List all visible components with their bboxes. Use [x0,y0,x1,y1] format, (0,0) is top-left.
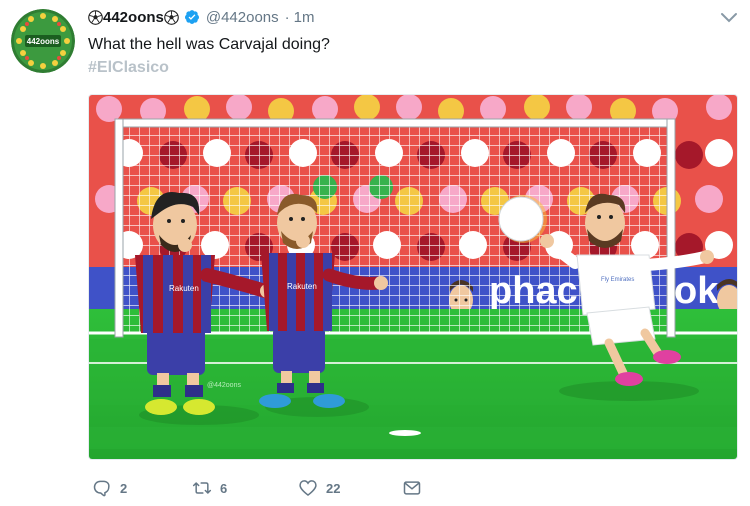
tweet-header: 442oons @442oons · 1m [88,7,314,27]
display-name-link[interactable]: 442oons [88,9,179,26]
handle[interactable]: @442oons [206,9,279,26]
tweet-text: What the hell was Carvajal doing? [88,36,330,53]
reply-button[interactable]: 2 [92,478,192,498]
shirt-sponsor: Rakuten [169,284,199,293]
like-count: 22 [326,480,341,496]
hashtag-link[interactable]: #ElClasico [88,59,169,77]
soccer-ball-icon [88,9,103,25]
tweet-media[interactable]: phac ok [88,94,738,460]
shirt-sponsor: Rakuten [287,282,317,291]
cartoon-image: phac ok [89,95,737,459]
retweet-icon [192,482,212,494]
avatar-image: 442oons [11,9,75,73]
display-name: 442oons [103,8,164,26]
verified-badge-icon [184,10,199,24]
separator: · [284,8,290,26]
pitch-watermark: @442oons [207,382,241,389]
football [498,195,547,243]
reply-count: 2 [120,480,128,496]
retweet-button[interactable]: 6 [192,478,298,498]
chevron-down-icon[interactable] [720,12,738,24]
retweet-count: 6 [220,480,228,496]
tweet-actions: 2 6 22 [92,478,422,498]
reply-icon [93,480,110,497]
avatar[interactable]: 442oons [11,9,75,73]
direct-message-button[interactable] [402,478,422,498]
avatar-label: 442oons [27,37,60,46]
like-button[interactable]: 22 [298,478,402,498]
soccer-ball-icon [164,9,179,25]
envelope-icon [403,481,421,495]
banner-text-right: ok [674,270,719,312]
heart-icon [299,480,317,497]
timestamp[interactable]: 1m [294,9,315,26]
shirt-sponsor-white: Fly Emirates [601,277,634,283]
